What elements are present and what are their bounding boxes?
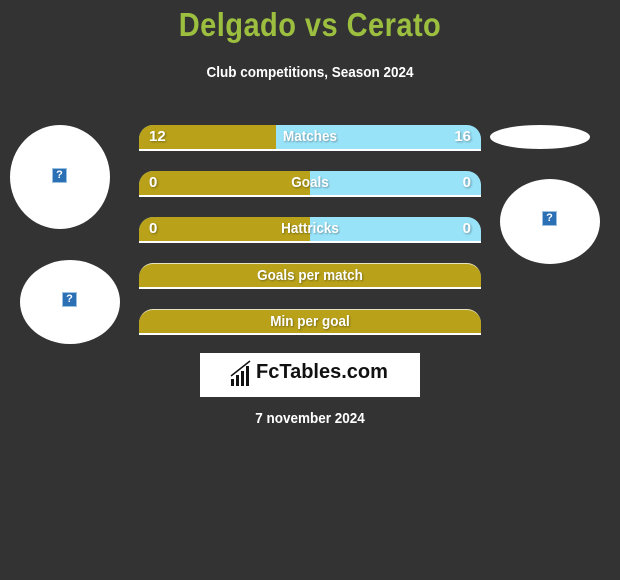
stat-label: Min per goal xyxy=(270,313,350,330)
image-placeholder-icon: ? xyxy=(62,292,77,307)
image-placeholder-icon: ? xyxy=(542,211,557,226)
team-right-badge[interactable]: ? xyxy=(500,179,600,264)
fctables-logo[interactable]: FcTables.com xyxy=(200,353,420,397)
stat-bar-hattricks: 0 Hattricks 0 xyxy=(139,217,481,243)
player-left-badge[interactable]: ? xyxy=(10,125,110,229)
image-placeholder-icon: ? xyxy=(52,168,67,183)
stat-label: Hattricks xyxy=(281,220,339,237)
stat-bar-goals: 0 Goals 0 xyxy=(139,171,481,197)
stat-label: Matches xyxy=(282,128,338,145)
stat-bar-goals-per-match: Goals per match xyxy=(139,263,481,289)
logo-text: FcTables.com xyxy=(256,361,388,383)
team-left-badge[interactable]: ? xyxy=(20,260,120,344)
stat-label: Goals xyxy=(291,174,329,191)
player-right-badge-oval[interactable] xyxy=(490,125,590,149)
stat-label: Goals per match xyxy=(257,267,363,284)
date-label: 7 november 2024 xyxy=(255,410,365,427)
right-value: 0 xyxy=(462,174,471,191)
page-title: Delgado vs Cerato xyxy=(178,6,442,43)
bar-chart-icon xyxy=(230,360,251,386)
page-subtitle: Club competitions, Season 2024 xyxy=(206,64,414,81)
right-value: 16 xyxy=(454,128,471,145)
stat-bar-min-per-goal: Min per goal xyxy=(139,309,481,335)
right-value: 0 xyxy=(462,220,471,237)
stat-bar-matches: 12 Matches 16 xyxy=(139,125,481,151)
